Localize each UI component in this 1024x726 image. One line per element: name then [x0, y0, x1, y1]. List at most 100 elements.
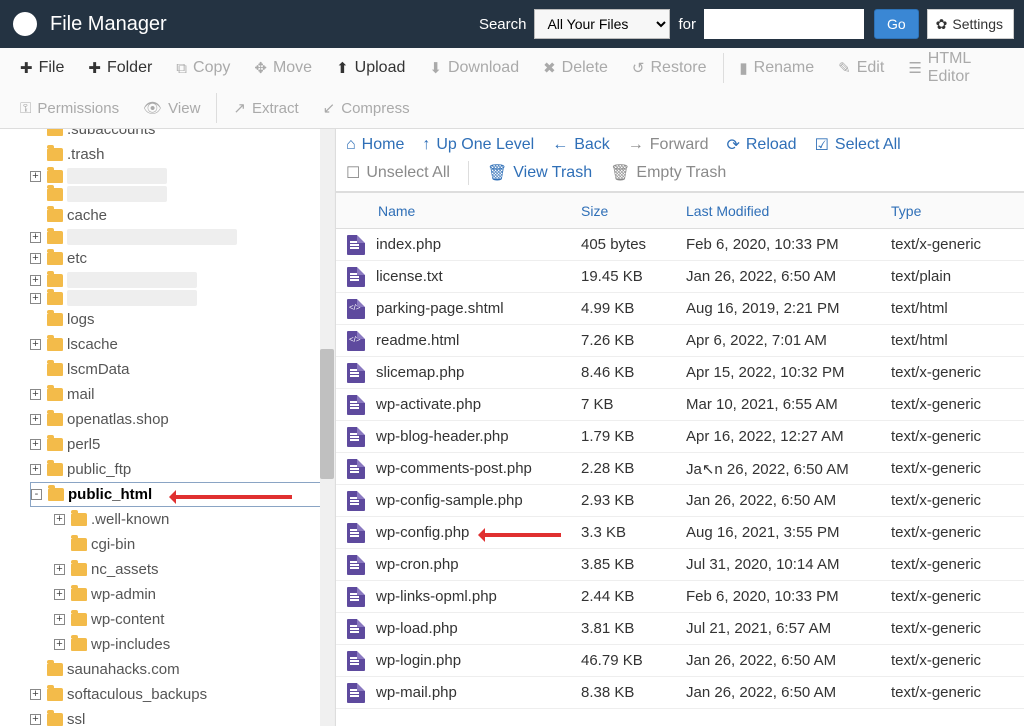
- tree-toggle[interactable]: +: [30, 414, 41, 425]
- col-type[interactable]: Type: [891, 203, 1024, 219]
- tree-item[interactable]: +openatlas.shop: [30, 407, 334, 432]
- folder-tree[interactable]: .subaccounts.trash+cache++etc++logs+lsca…: [0, 129, 335, 726]
- search-input[interactable]: [704, 9, 864, 39]
- tree-item[interactable]: -public_html: [30, 482, 334, 507]
- compress-button[interactable]: ↙Compress: [311, 88, 422, 128]
- back-button[interactable]: ←Back: [552, 136, 610, 154]
- folder-icon: [47, 663, 63, 676]
- file-row[interactable]: license.txt19.45 KBJan 26, 2022, 6:50 AM…: [336, 261, 1024, 293]
- tree-item[interactable]: +: [30, 167, 334, 185]
- move-button[interactable]: ✥Move: [242, 48, 324, 88]
- tree-label: wp-admin: [91, 583, 156, 606]
- tree-toggle[interactable]: +: [54, 614, 65, 625]
- tree-toggle[interactable]: +: [30, 275, 41, 286]
- file-row[interactable]: wp-activate.php7 KBMar 10, 2021, 6:55 AM…: [336, 389, 1024, 421]
- grid-header[interactable]: Name Size Last Modified Type: [336, 193, 1024, 229]
- tree-toggle[interactable]: +: [30, 714, 41, 725]
- tree-item[interactable]: +wp-content: [54, 607, 334, 632]
- permissions-button[interactable]: ⚿Permissions: [8, 88, 131, 128]
- search-scope-select[interactable]: All Your Files: [534, 9, 670, 39]
- tree-item[interactable]: .subaccounts: [30, 129, 334, 142]
- tree-toggle[interactable]: +: [54, 514, 65, 525]
- view-button[interactable]: 👁View: [131, 88, 212, 128]
- tree-toggle[interactable]: +: [30, 689, 41, 700]
- extract-button[interactable]: ↗Extract: [221, 88, 310, 128]
- tree-item[interactable]: +softaculous_backups: [30, 682, 334, 707]
- tree-item[interactable]: +: [30, 228, 334, 246]
- file-row[interactable]: wp-login.php46.79 KBJan 26, 2022, 6:50 A…: [336, 645, 1024, 677]
- tree-toggle[interactable]: +: [54, 589, 65, 600]
- new-folder-button[interactable]: ✚Folder: [76, 48, 164, 88]
- tree-item[interactable]: logs: [30, 307, 334, 332]
- tree-item[interactable]: +wp-includes: [54, 632, 334, 657]
- copy-button[interactable]: ⧉Copy: [164, 48, 242, 88]
- tree-toggle[interactable]: +: [30, 389, 41, 400]
- tree-item[interactable]: saunahacks.com: [30, 657, 334, 682]
- file-size: 46.79 KB: [581, 652, 686, 669]
- file-row[interactable]: wp-blog-header.php1.79 KBApr 16, 2022, 1…: [336, 421, 1024, 453]
- col-size[interactable]: Size: [581, 203, 686, 219]
- rename-button[interactable]: ▮Rename: [727, 48, 826, 88]
- file-row[interactable]: parking-page.shtml4.99 KBAug 16, 2019, 2…: [336, 293, 1024, 325]
- home-button[interactable]: ⌂Home: [346, 136, 404, 154]
- tree-toggle[interactable]: +: [54, 564, 65, 575]
- tree-item[interactable]: +ssl: [30, 707, 334, 726]
- file-row[interactable]: wp-mail.php8.38 KBJan 26, 2022, 6:50 AMt…: [336, 677, 1024, 709]
- file-row[interactable]: wp-cron.php3.85 KBJul 31, 2020, 10:14 AM…: [336, 549, 1024, 581]
- tree-item[interactable]: +perl5: [30, 432, 334, 457]
- html-editor-button[interactable]: ☰HTML Editor: [896, 48, 1016, 88]
- tree-item[interactable]: +etc: [30, 246, 334, 271]
- file-row[interactable]: wp-config.php3.3 KBAug 16, 2021, 3:55 PM…: [336, 517, 1024, 549]
- restore-button[interactable]: ↺Restore: [620, 48, 719, 88]
- go-button[interactable]: Go: [874, 9, 919, 39]
- tree-item[interactable]: +.well-known: [54, 507, 334, 532]
- file-row[interactable]: index.php405 bytesFeb 6, 2020, 10:33 PMt…: [336, 229, 1024, 261]
- tree-item[interactable]: +public_ftp: [30, 457, 334, 482]
- new-file-button[interactable]: ✚File: [8, 48, 76, 88]
- tree-toggle[interactable]: -: [31, 489, 42, 500]
- tree-item[interactable]: +: [30, 289, 334, 307]
- upload-button[interactable]: ⬆Upload: [324, 48, 417, 88]
- file-name: parking-page.shtml: [376, 300, 581, 317]
- up-button[interactable]: ↑Up One Level: [422, 136, 534, 154]
- tree-toggle[interactable]: +: [54, 639, 65, 650]
- col-name[interactable]: Name: [376, 203, 581, 219]
- tree-item[interactable]: +: [30, 271, 334, 289]
- view-trash-button[interactable]: 🗑View Trash: [487, 163, 592, 183]
- forward-button[interactable]: →Forward: [628, 136, 709, 154]
- file-row[interactable]: readme.html7.26 KBApr 6, 2022, 7:01 AMte…: [336, 325, 1024, 357]
- settings-button[interactable]: ✿ Settings: [927, 9, 1014, 39]
- tree-item[interactable]: .trash: [30, 142, 334, 167]
- tree-toggle[interactable]: +: [30, 293, 41, 304]
- file-row[interactable]: wp-load.php3.81 KBJul 21, 2021, 6:57 AMt…: [336, 613, 1024, 645]
- reload-button[interactable]: ⟳Reload: [726, 135, 796, 155]
- tree-item[interactable]: cgi-bin: [54, 532, 334, 557]
- file-row[interactable]: slicemap.php8.46 KBApr 15, 2022, 10:32 P…: [336, 357, 1024, 389]
- tree-item[interactable]: lscmData: [30, 357, 334, 382]
- tree-scrollbar[interactable]: [320, 129, 334, 726]
- select-all-button[interactable]: ☑Select All: [815, 135, 901, 155]
- tree-toggle[interactable]: +: [30, 464, 41, 475]
- file-icon: [347, 459, 365, 479]
- tree-item[interactable]: +lscache: [30, 332, 334, 357]
- unselect-all-button[interactable]: ☐Unselect All: [346, 163, 450, 183]
- tree-item[interactable]: + wp-admin: [54, 582, 334, 607]
- delete-button[interactable]: ✖Delete: [531, 48, 620, 88]
- file-row[interactable]: wp-comments-post.php2.28 KBJa↖n 26, 2022…: [336, 453, 1024, 485]
- tree-toggle[interactable]: +: [30, 171, 41, 182]
- tree-item[interactable]: [30, 185, 334, 203]
- tree-toggle[interactable]: +: [30, 232, 41, 243]
- tree-toggle[interactable]: +: [30, 253, 41, 264]
- tree-item[interactable]: +nc_assets: [54, 557, 334, 582]
- col-modified[interactable]: Last Modified: [686, 203, 891, 219]
- tree-toggle[interactable]: +: [30, 439, 41, 450]
- file-row[interactable]: wp-links-opml.php2.44 KBFeb 6, 2020, 10:…: [336, 581, 1024, 613]
- edit-button[interactable]: ✎Edit: [826, 48, 896, 88]
- file-row[interactable]: wp-config-sample.php2.93 KBJan 26, 2022,…: [336, 485, 1024, 517]
- empty-trash-button[interactable]: 🗑Empty Trash: [610, 163, 726, 183]
- uncheck-icon: ☐: [346, 163, 360, 183]
- tree-item[interactable]: cache: [30, 203, 334, 228]
- tree-toggle[interactable]: +: [30, 339, 41, 350]
- download-button[interactable]: ⬇Download: [417, 48, 531, 88]
- tree-item[interactable]: +mail: [30, 382, 334, 407]
